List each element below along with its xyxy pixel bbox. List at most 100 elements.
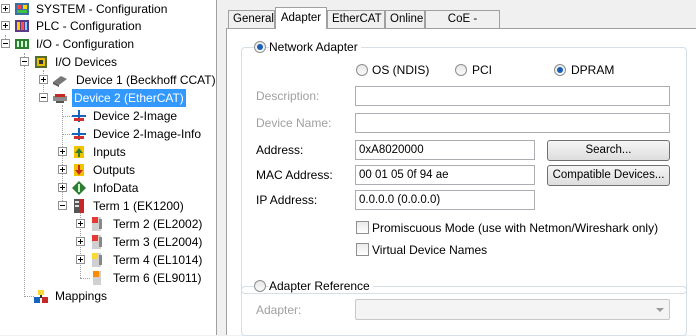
tree-connector — [24, 53, 25, 297]
tree-item-label: Device 2-Image — [93, 109, 178, 123]
virtual-device-names-checkbox[interactable] — [356, 243, 369, 256]
tab-label: General — [233, 13, 274, 25]
tree-item-device-2[interactable]: Device 2 (EtherCAT) — [38, 89, 217, 107]
adapter-label: Adapter: — [256, 303, 302, 317]
mac-address-field[interactable]: 00 01 05 0f 94 ae — [355, 165, 535, 185]
infodata-icon — [72, 181, 86, 195]
tree-item-term-2[interactable]: Term 2 (EL2002) — [75, 215, 217, 233]
adapter-reference-radio[interactable] — [254, 280, 266, 292]
address-field[interactable]: 0xA8020000 — [355, 140, 535, 160]
io-devices-icon — [35, 56, 47, 68]
io-config-icon — [15, 39, 29, 49]
expand-icon[interactable] — [1, 4, 10, 13]
tree-item-label: Device 2-Image-Info — [93, 127, 202, 141]
image-icon — [72, 110, 86, 122]
mappings-icon — [34, 290, 48, 303]
ip-address-label: IP Address: — [256, 193, 318, 207]
tree-item-label: Mappings — [55, 289, 108, 303]
tree-item-label: Device 2 (EtherCAT) — [72, 89, 186, 107]
tree-item-device-1[interactable]: Device 1 (Beckhoff CCAT) — [38, 71, 217, 89]
expand-icon[interactable] — [58, 183, 67, 192]
tree-item-outputs[interactable]: Outputs — [57, 161, 217, 179]
mac-address-label: MAC Address: — [256, 168, 333, 182]
tree-item-infodata[interactable]: InfoData — [57, 179, 217, 197]
expand-icon[interactable] — [76, 237, 85, 246]
tree-item-term-4[interactable]: Term 4 (EL1014) — [75, 251, 217, 269]
ethercat-device-icon — [53, 94, 67, 103]
expand-icon[interactable] — [1, 21, 10, 30]
expand-icon[interactable] — [76, 255, 85, 264]
adapter-dropdown[interactable] — [355, 299, 670, 320]
tree-item-label: SYSTEM - Configuration — [36, 2, 168, 16]
tab-online[interactable]: Online — [385, 10, 425, 28]
compatible-devices-button[interactable]: Compatible Devices... — [547, 165, 670, 186]
tab-ethercat[interactable]: EtherCAT — [327, 10, 385, 28]
tree-item-device-2-image-info[interactable]: Device 2-Image-Info — [57, 125, 217, 143]
promiscuous-mode-checkbox[interactable] — [356, 221, 369, 234]
plc-icon — [15, 20, 29, 32]
virtual-device-names-label: Virtual Device Names — [372, 243, 488, 257]
device-name-label: Device Name: — [256, 116, 332, 130]
tab-label: Adapter — [280, 12, 322, 24]
terminal-end-icon — [93, 271, 101, 285]
tree-item-label: Term 1 (EK1200) — [93, 199, 184, 213]
solution-tree[interactable]: SYSTEM - Configuration PLC - Configurati… — [0, 0, 217, 335]
os-ndis-label: OS (NDIS) — [372, 63, 430, 77]
collapse-icon[interactable] — [58, 201, 67, 210]
tree-item-label: Term 3 (EL2004) — [113, 235, 203, 249]
inputs-icon — [74, 146, 84, 158]
tree-item-mappings[interactable]: Mappings — [19, 287, 217, 305]
description-label: Description: — [256, 89, 320, 103]
outputs-icon — [74, 164, 84, 176]
collapse-icon[interactable] — [20, 57, 29, 66]
dpram-radio[interactable] — [554, 64, 566, 76]
description-field[interactable] — [355, 86, 670, 106]
terminal-red-icon — [92, 217, 102, 231]
adapter-tab-page: Network Adapter OS (NDIS) PCI DPRAM Desc… — [226, 28, 696, 336]
collapse-icon[interactable] — [39, 93, 48, 102]
network-adapter-radio[interactable] — [254, 41, 266, 53]
tree-item-label: Inputs — [93, 145, 126, 159]
tree-item-label: Term 6 (EL9011) — [113, 271, 202, 285]
search-button[interactable]: Search... — [547, 140, 670, 161]
os-ndis-radio[interactable] — [356, 64, 368, 76]
tree-item-io-devices[interactable]: I/O Devices — [19, 53, 217, 71]
tree-item-plc[interactable]: PLC - Configuration — [0, 17, 217, 35]
tree-item-system[interactable]: SYSTEM - Configuration — [0, 0, 217, 18]
expand-icon[interactable] — [76, 219, 85, 228]
tree-item-inputs[interactable]: Inputs — [57, 143, 217, 161]
terminal-red-icon — [92, 235, 102, 249]
expand-icon[interactable] — [58, 165, 67, 174]
tab-label: EtherCAT — [332, 13, 382, 25]
expand-icon[interactable] — [58, 147, 67, 156]
tree-item-term-6[interactable]: Term 6 (EL9011) — [75, 269, 217, 287]
dpram-label: DPRAM — [571, 63, 615, 77]
tree-item-label: PLC - Configuration — [36, 19, 142, 33]
promiscuous-mode-label: Promiscuous Mode (use with Netmon/Wiresh… — [372, 221, 659, 235]
tree-item-io-configuration[interactable]: I/O - Configuration — [0, 35, 217, 53]
collapse-icon[interactable] — [1, 39, 10, 48]
tab-general[interactable]: General — [228, 10, 275, 28]
tree-item-term-3[interactable]: Term 3 (EL2004) — [75, 233, 217, 251]
pci-radio[interactable] — [455, 64, 467, 76]
terminal-yellow-icon — [92, 253, 102, 267]
device-icon — [53, 76, 67, 87]
tree-item-term-1[interactable]: Term 1 (EK1200) — [57, 197, 217, 215]
network-adapter-label: Network Adapter — [269, 40, 361, 54]
tree-item-label: InfoData — [93, 181, 139, 195]
tree-item-device-2-image[interactable]: Device 2-Image — [57, 107, 217, 125]
tree-item-label: Term 2 (EL2002) — [113, 217, 203, 231]
tree-item-label: I/O Devices — [55, 55, 118, 69]
expand-icon[interactable] — [39, 75, 48, 84]
system-icon — [15, 3, 29, 15]
tab-coe-online[interactable]: CoE - Online — [425, 10, 500, 41]
ip-address-field[interactable]: 0.0.0.0 (0.0.0.0) — [355, 190, 535, 210]
address-label: Address: — [256, 143, 304, 157]
device-name-field[interactable] — [355, 113, 670, 133]
tab-adapter[interactable]: Adapter — [275, 7, 327, 29]
pci-label: PCI — [472, 63, 493, 77]
tree-item-label: Term 4 (EL1014) — [113, 253, 203, 267]
tree-item-label: Outputs — [93, 163, 136, 177]
tree-item-label: I/O - Configuration — [36, 37, 135, 51]
adapter-reference-label: Adapter Reference — [269, 279, 373, 293]
